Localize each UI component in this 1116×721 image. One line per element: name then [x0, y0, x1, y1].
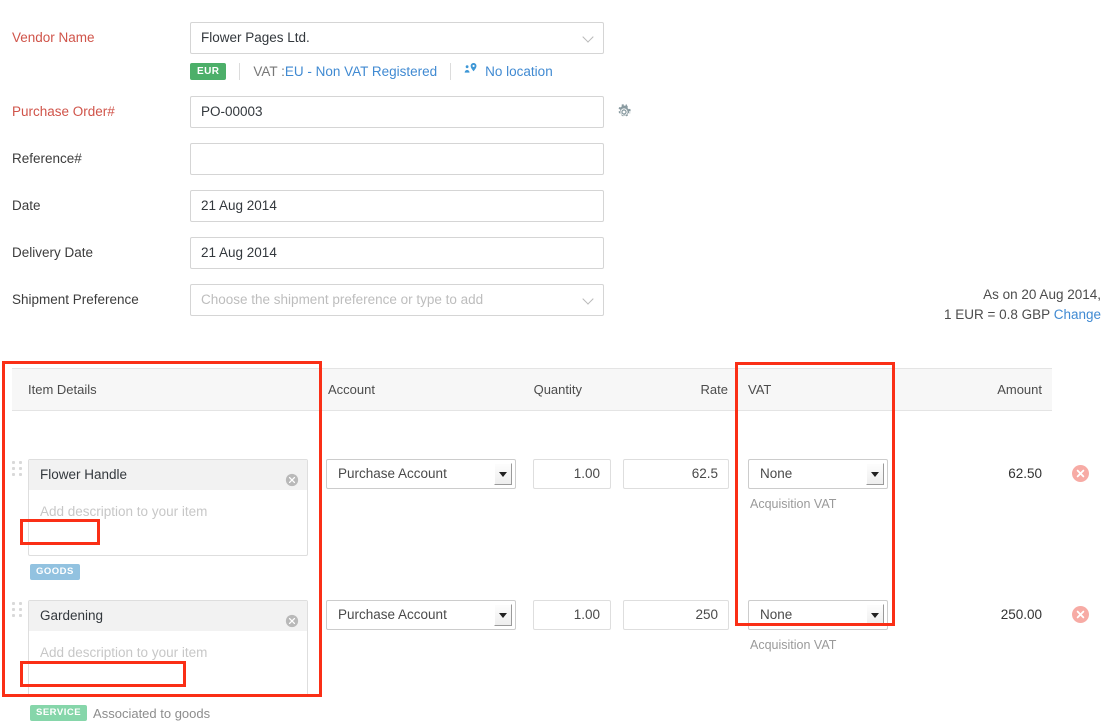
- date-row: Date 21 Aug 2014: [0, 190, 640, 222]
- meta-divider-2: [450, 63, 451, 80]
- location-link[interactable]: No location: [485, 64, 553, 79]
- chevron-down-icon: [866, 604, 884, 626]
- item-description-field[interactable]: Add description to your item: [29, 631, 307, 660]
- amount-value: 62.50: [892, 459, 1042, 489]
- chevron-down-icon: [494, 604, 512, 626]
- column-header-amount: Amount: [892, 369, 1042, 410]
- column-header-vat: VAT: [748, 369, 771, 410]
- quantity-input[interactable]: 1.00: [533, 459, 611, 489]
- vat-note: Acquisition VAT: [750, 638, 836, 652]
- quantity-value: 1.00: [574, 607, 600, 622]
- clear-item-icon[interactable]: [285, 609, 299, 623]
- reference-row: Reference#: [0, 143, 640, 175]
- column-header-rate: Rate: [612, 369, 728, 410]
- account-select[interactable]: Purchase Account: [326, 600, 516, 630]
- clear-item-icon[interactable]: [285, 468, 299, 482]
- items-table-header: Item Details Account Quantity Rate VAT A…: [12, 368, 1052, 411]
- exchange-rate-info: As on 20 Aug 2014, 1 EUR = 0.8 GBP Chang…: [816, 285, 1101, 325]
- currency-badge: EUR: [190, 63, 226, 80]
- delivery-date-value: 21 Aug 2014: [201, 245, 277, 260]
- exchange-rate-as-on: As on 20 Aug 2014,: [816, 285, 1101, 305]
- reference-label: Reference#: [12, 143, 82, 175]
- date-input[interactable]: 21 Aug 2014: [190, 190, 604, 222]
- date-value: 21 Aug 2014: [201, 198, 277, 213]
- item-type-note: Associated to goods: [93, 706, 210, 721]
- table-row: Gardening Add description to your item S…: [12, 552, 1052, 693]
- shipment-preference-row: Shipment Preference Choose the shipment …: [0, 284, 640, 316]
- vendor-name-row: Vendor Name Flower Pages Ltd.: [0, 22, 640, 54]
- date-label: Date: [12, 190, 41, 222]
- rate-value: 62.5: [692, 466, 718, 481]
- account-value: Purchase Account: [338, 607, 447, 622]
- shipment-preference-select[interactable]: Choose the shipment preference or type t…: [190, 284, 604, 316]
- shipment-preference-placeholder: Choose the shipment preference or type t…: [201, 292, 483, 307]
- account-select[interactable]: Purchase Account: [326, 459, 516, 489]
- item-name-field[interactable]: Gardening: [29, 601, 307, 631]
- amount-value: 250.00: [892, 600, 1042, 630]
- item-type-tag: SERVICE: [30, 705, 87, 721]
- vat-value: None: [760, 466, 792, 481]
- vendor-meta-bar: EUR VAT : EU - Non VAT Registered No loc…: [190, 60, 553, 82]
- drag-handle-icon[interactable]: [12, 461, 23, 478]
- chevron-down-icon: [584, 298, 593, 307]
- item-type-badge-group: SERVICE Associated to goods: [30, 705, 210, 721]
- vendor-name-select[interactable]: Flower Pages Ltd.: [190, 22, 604, 54]
- location-pin-icon: [464, 62, 479, 80]
- column-header-quantity: Quantity: [492, 369, 582, 410]
- delete-row-icon[interactable]: [1072, 606, 1089, 623]
- vat-prefix-label: VAT :: [253, 64, 285, 79]
- vendor-name-value: Flower Pages Ltd.: [201, 30, 310, 45]
- vat-select[interactable]: None: [748, 600, 888, 630]
- chevron-down-icon: [494, 463, 512, 485]
- quantity-input[interactable]: 1.00: [533, 600, 611, 630]
- purchase-order-label: Purchase Order#: [12, 96, 115, 128]
- item-name-value: Flower Handle: [40, 467, 127, 482]
- rate-input[interactable]: 62.5: [623, 459, 729, 489]
- delivery-date-label: Delivery Date: [12, 237, 93, 269]
- rate-input[interactable]: 250: [623, 600, 729, 630]
- shipment-preference-label: Shipment Preference: [12, 284, 139, 316]
- purchase-order-value: PO-00003: [201, 104, 263, 119]
- reference-input[interactable]: [190, 143, 604, 175]
- item-details-cell[interactable]: Gardening Add description to your item: [28, 600, 308, 697]
- column-header-item-details: Item Details: [28, 369, 97, 410]
- vendor-name-label: Vendor Name: [12, 22, 95, 54]
- item-details-cell[interactable]: Flower Handle Add description to your it…: [28, 459, 308, 556]
- gear-icon[interactable]: [616, 104, 632, 120]
- item-name-field[interactable]: Flower Handle: [29, 460, 307, 490]
- account-value: Purchase Account: [338, 466, 447, 481]
- item-name-value: Gardening: [40, 608, 103, 623]
- column-header-account: Account: [328, 369, 375, 410]
- chevron-down-icon: [584, 36, 593, 45]
- table-row: Flower Handle Add description to your it…: [12, 411, 1052, 552]
- delete-row-icon[interactable]: [1072, 465, 1089, 482]
- vat-value: None: [760, 607, 792, 622]
- quantity-value: 1.00: [574, 466, 600, 481]
- purchase-order-row: Purchase Order# PO-00003: [0, 96, 640, 128]
- delivery-date-input[interactable]: 21 Aug 2014: [190, 237, 604, 269]
- exchange-rate-value: 1 EUR = 0.8 GBP: [944, 307, 1050, 322]
- purchase-order-input[interactable]: PO-00003: [190, 96, 604, 128]
- vat-note: Acquisition VAT: [750, 497, 836, 511]
- item-description-field[interactable]: Add description to your item: [29, 490, 307, 519]
- exchange-rate-change-link[interactable]: Change: [1054, 307, 1101, 322]
- meta-divider-1: [239, 63, 240, 80]
- vat-status-link[interactable]: EU - Non VAT Registered: [285, 64, 437, 79]
- delivery-date-row: Delivery Date 21 Aug 2014: [0, 237, 640, 269]
- chevron-down-icon: [866, 463, 884, 485]
- rate-value: 250: [695, 607, 718, 622]
- items-table: Item Details Account Quantity Rate VAT A…: [12, 368, 1052, 693]
- drag-handle-icon[interactable]: [12, 602, 23, 619]
- vat-select[interactable]: None: [748, 459, 888, 489]
